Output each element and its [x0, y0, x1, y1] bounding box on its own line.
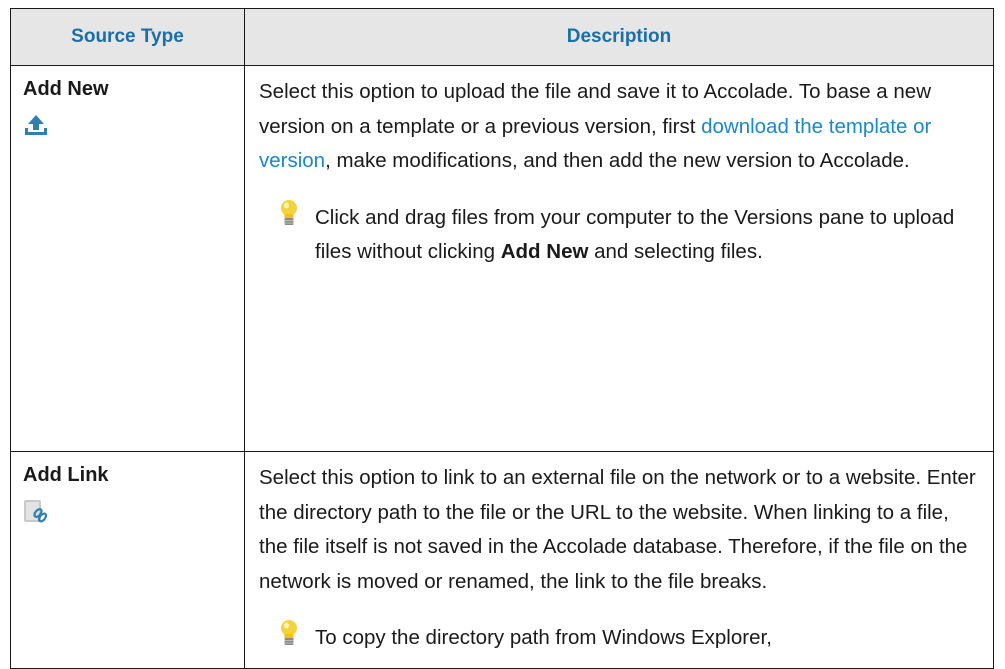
- table-row: Add Link Select this option to link to a…: [10, 451, 994, 669]
- description-cell: Select this option to upload the file an…: [244, 65, 994, 452]
- source-type-cell: Add Link: [10, 451, 245, 669]
- link-icon: [24, 500, 48, 523]
- source-type-table: Source Type Description Add New Select t…: [10, 8, 994, 669]
- header-source-type: Source Type: [10, 8, 245, 66]
- description-text: Select this option to upload the file an…: [259, 75, 981, 179]
- upload-icon: [25, 115, 47, 135]
- source-type-cell: Add New: [10, 65, 245, 452]
- description-text: Select this option to link to an externa…: [259, 466, 976, 593]
- description-text-part: , make modifications, and then add the n…: [325, 149, 910, 172]
- table-header-row: Source Type Description: [10, 8, 994, 66]
- tip-note: To copy the directory path from Windows …: [259, 620, 981, 668]
- header-description: Description: [244, 8, 994, 66]
- tip-text-part: and selecting files.: [588, 240, 763, 263]
- source-type-name: Add Link: [23, 464, 109, 486]
- source-type-name: Add New: [23, 78, 109, 100]
- tip-note: Click and drag files from your computer …: [259, 199, 981, 282]
- tip-text: To copy the directory path from Windows …: [315, 626, 772, 649]
- description-cell: Select this option to link to an externa…: [244, 451, 994, 669]
- lightbulb-icon: [281, 620, 297, 645]
- tip-bold-add-new: Add New: [500, 240, 589, 263]
- table-row: Add New Select this option to upload the…: [10, 65, 994, 452]
- lightbulb-icon: [281, 199, 297, 225]
